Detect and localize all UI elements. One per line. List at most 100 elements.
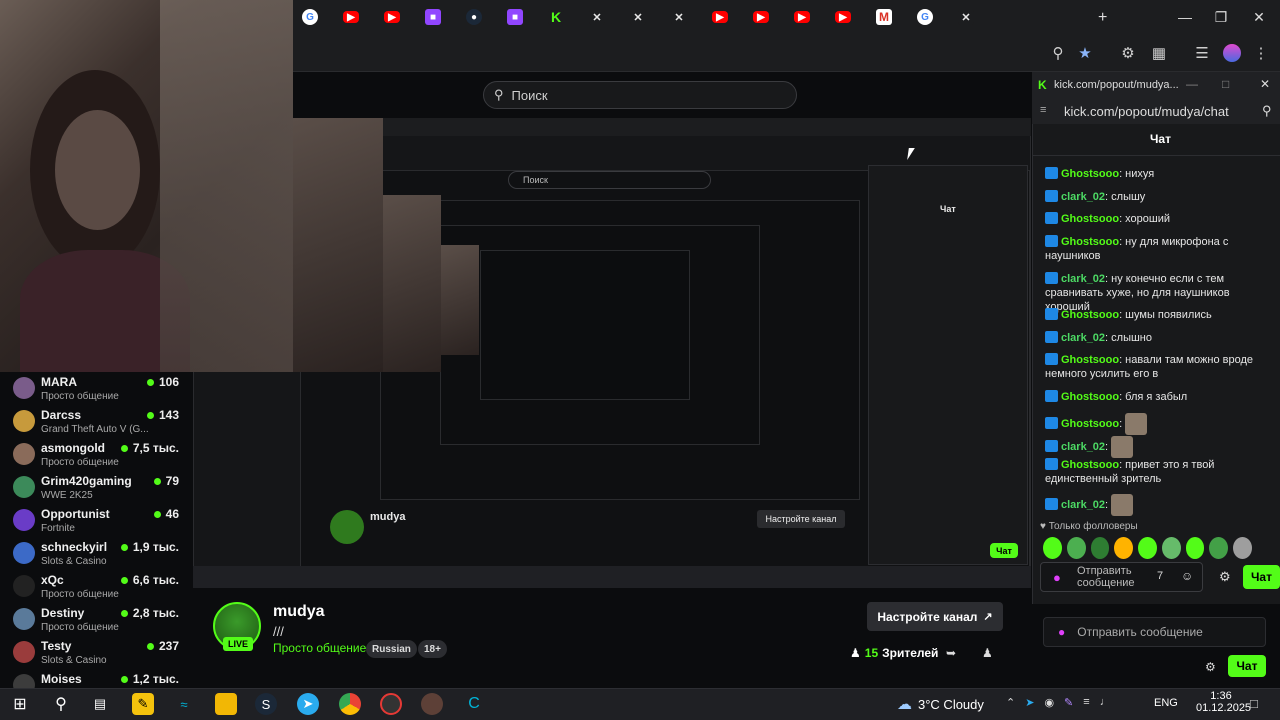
zoom-icon[interactable]: ⚲ — [1049, 44, 1067, 62]
chat-username[interactable]: Ghostsooo — [1061, 459, 1119, 471]
emote[interactable] — [1161, 537, 1181, 559]
clock[interactable]: 1:36 01.12.2025 — [1196, 690, 1251, 714]
chat-username[interactable]: Ghostsooo — [1061, 213, 1119, 225]
emote[interactable] — [1043, 537, 1062, 559]
browser-tab[interactable]: ● — [466, 9, 482, 25]
chat-username[interactable]: Ghostsooo — [1061, 354, 1119, 366]
chat-username[interactable]: clark_02 — [1061, 499, 1105, 511]
puzzle-icon[interactable]: ▦ — [1150, 44, 1168, 62]
browser-tab[interactable]: ▶ — [794, 11, 810, 23]
discord-tray-icon[interactable]: ◉ — [1044, 696, 1054, 709]
user-settings-icon[interactable]: ♟ — [982, 646, 993, 660]
emote[interactable] — [1090, 537, 1110, 559]
stream-category[interactable]: Просто общение — [273, 641, 366, 655]
following-item[interactable]: Destiny Просто общение 2,8 тыс. — [0, 603, 193, 636]
notifications-icon[interactable]: □ — [1250, 696, 1258, 711]
language-indicator[interactable]: ENG — [1154, 697, 1178, 709]
browser-tab[interactable]: G — [917, 9, 933, 25]
popout-maximize-icon[interactable]: □ — [1222, 77, 1229, 91]
chat-input[interactable]: ● Отправить сообщение 7 ☺ — [1040, 562, 1203, 592]
task-view-icon[interactable]: ▤ — [89, 693, 111, 715]
tag-mature[interactable]: 18+ — [418, 640, 447, 658]
chat-username[interactable]: clark_02 — [1061, 273, 1105, 285]
chat-username[interactable]: clark_02 — [1061, 332, 1105, 344]
browser-tab[interactable]: ▶ — [835, 11, 851, 23]
obs-icon[interactable] — [380, 693, 402, 715]
popout-search-icon[interactable]: ⚲ — [1262, 103, 1272, 119]
profile-avatar[interactable] — [1223, 44, 1241, 62]
browser-tab[interactable]: ✕ — [671, 9, 687, 25]
windows-start-icon[interactable]: ⊞ — [9, 693, 31, 715]
app-c-icon[interactable]: C — [463, 693, 485, 715]
emote[interactable] — [1209, 537, 1229, 559]
taskbar-search-icon[interactable]: ⚲ — [50, 693, 72, 715]
chat-username[interactable]: Ghostsooo — [1061, 391, 1119, 403]
browser-tab[interactable]: ✕ — [630, 9, 646, 25]
following-item[interactable]: xQc Просто общение 6,6 тыс. — [0, 570, 193, 603]
browser-tab[interactable]: ■ — [507, 9, 523, 25]
main-chat-settings-icon[interactable]: ⚙ — [1205, 660, 1216, 674]
browser-tab[interactable]: M — [876, 9, 892, 25]
chat-username[interactable]: clark_02 — [1061, 441, 1105, 453]
following-item[interactable]: Opportunist Fortnite 46 — [0, 504, 193, 537]
chat-microphone-icon[interactable]: ● — [1053, 570, 1061, 585]
chrome-icon[interactable] — [339, 693, 361, 715]
file-explorer-icon[interactable] — [215, 693, 237, 715]
popout-close-icon[interactable]: ✕ — [1260, 77, 1270, 91]
browser-tab[interactable]: ■ — [425, 9, 441, 25]
following-item[interactable]: MARA Просто общение 106 — [0, 372, 193, 405]
browser-tab[interactable]: G — [302, 9, 318, 25]
browser-tab[interactable]: K — [548, 9, 564, 25]
emote[interactable] — [1233, 537, 1253, 559]
telegram-tray-icon[interactable]: ➤ — [1025, 696, 1034, 709]
menu-icon[interactable]: ⋮ — [1252, 44, 1270, 62]
bookmark-star-icon[interactable]: ★ — [1076, 44, 1094, 62]
browser-tab[interactable]: ▶ — [753, 11, 769, 23]
emote[interactable] — [1114, 537, 1134, 559]
chat-username[interactable]: Ghostsooo — [1061, 168, 1119, 180]
channel-name[interactable]: mudya — [273, 603, 325, 621]
tray-app-icon[interactable]: ✎ — [1064, 696, 1073, 709]
chat-username[interactable]: Ghostsooo — [1061, 236, 1119, 248]
browser-tab[interactable]: ✕ — [589, 9, 605, 25]
chat-send-button[interactable]: Чат — [1243, 565, 1280, 589]
following-item[interactable]: Grim420gaming WWE 2K25 79 — [0, 471, 193, 504]
media-icon[interactable]: ☰ — [1193, 44, 1211, 62]
sticky-notes-icon[interactable]: ✎ — [132, 693, 154, 715]
popout-minimize-icon[interactable]: — — [1186, 77, 1198, 91]
weather-widget[interactable]: ☁ 3°C Cloudy — [897, 695, 984, 713]
main-chat-send-button[interactable]: Чат — [1228, 655, 1266, 677]
network-icon[interactable]: ≡ — [1083, 696, 1089, 709]
browser-tab[interactable]: ▶ — [712, 11, 728, 23]
close-icon[interactable]: ✕ — [1236, 0, 1280, 34]
seven-tv-icon[interactable]: 7 — [1157, 570, 1163, 582]
site-info-icon[interactable]: ≡ — [1040, 104, 1046, 116]
emote[interactable] — [1066, 537, 1086, 559]
edge-icon[interactable]: ≈ — [173, 693, 195, 715]
setup-channel-button[interactable]: Настройте канал ↗ — [867, 602, 1003, 631]
steam-icon[interactable]: S — [255, 693, 277, 715]
telegram-icon[interactable]: ➤ — [297, 693, 319, 715]
chat-username[interactable]: Ghostsooo — [1061, 418, 1119, 430]
following-item[interactable]: Testy Slots & Casino 237 — [0, 636, 193, 669]
extension-icon[interactable]: ⚙ — [1119, 44, 1137, 62]
emote[interactable] — [1138, 537, 1157, 559]
following-item[interactable]: schneckyirl Slots & Casino 1,9 тыс. — [0, 537, 193, 570]
browser-tab[interactable]: ✕ — [958, 9, 974, 25]
popout-url[interactable]: kick.com/popout/mudya/chat — [1064, 104, 1229, 119]
browser-tab[interactable]: ▶ — [384, 11, 400, 23]
emoji-icon[interactable]: ☺ — [1181, 569, 1193, 583]
following-item[interactable]: asmongold Просто общение 7,5 тыс. — [0, 438, 193, 471]
tag-language[interactable]: Russian — [366, 640, 417, 658]
chat-username[interactable]: Ghostsooo — [1061, 309, 1119, 321]
share-icon[interactable]: ➥ — [946, 646, 956, 660]
main-chat-input[interactable]: ● Отправить сообщение — [1043, 617, 1266, 647]
emote[interactable] — [1185, 537, 1205, 559]
browser-tab[interactable]: ▶ — [343, 11, 359, 23]
tray-arrow-icon[interactable]: ⌃ — [1006, 696, 1015, 709]
search-input[interactable]: ⚲ Поиск — [483, 81, 797, 109]
chat-username[interactable]: clark_02 — [1061, 191, 1105, 203]
chat-settings-icon[interactable]: ⚙ — [1219, 569, 1231, 585]
following-item[interactable]: Darcss Grand Theft Auto V (G... 143 — [0, 405, 193, 438]
new-tab-icon[interactable]: + — [1098, 9, 1107, 27]
